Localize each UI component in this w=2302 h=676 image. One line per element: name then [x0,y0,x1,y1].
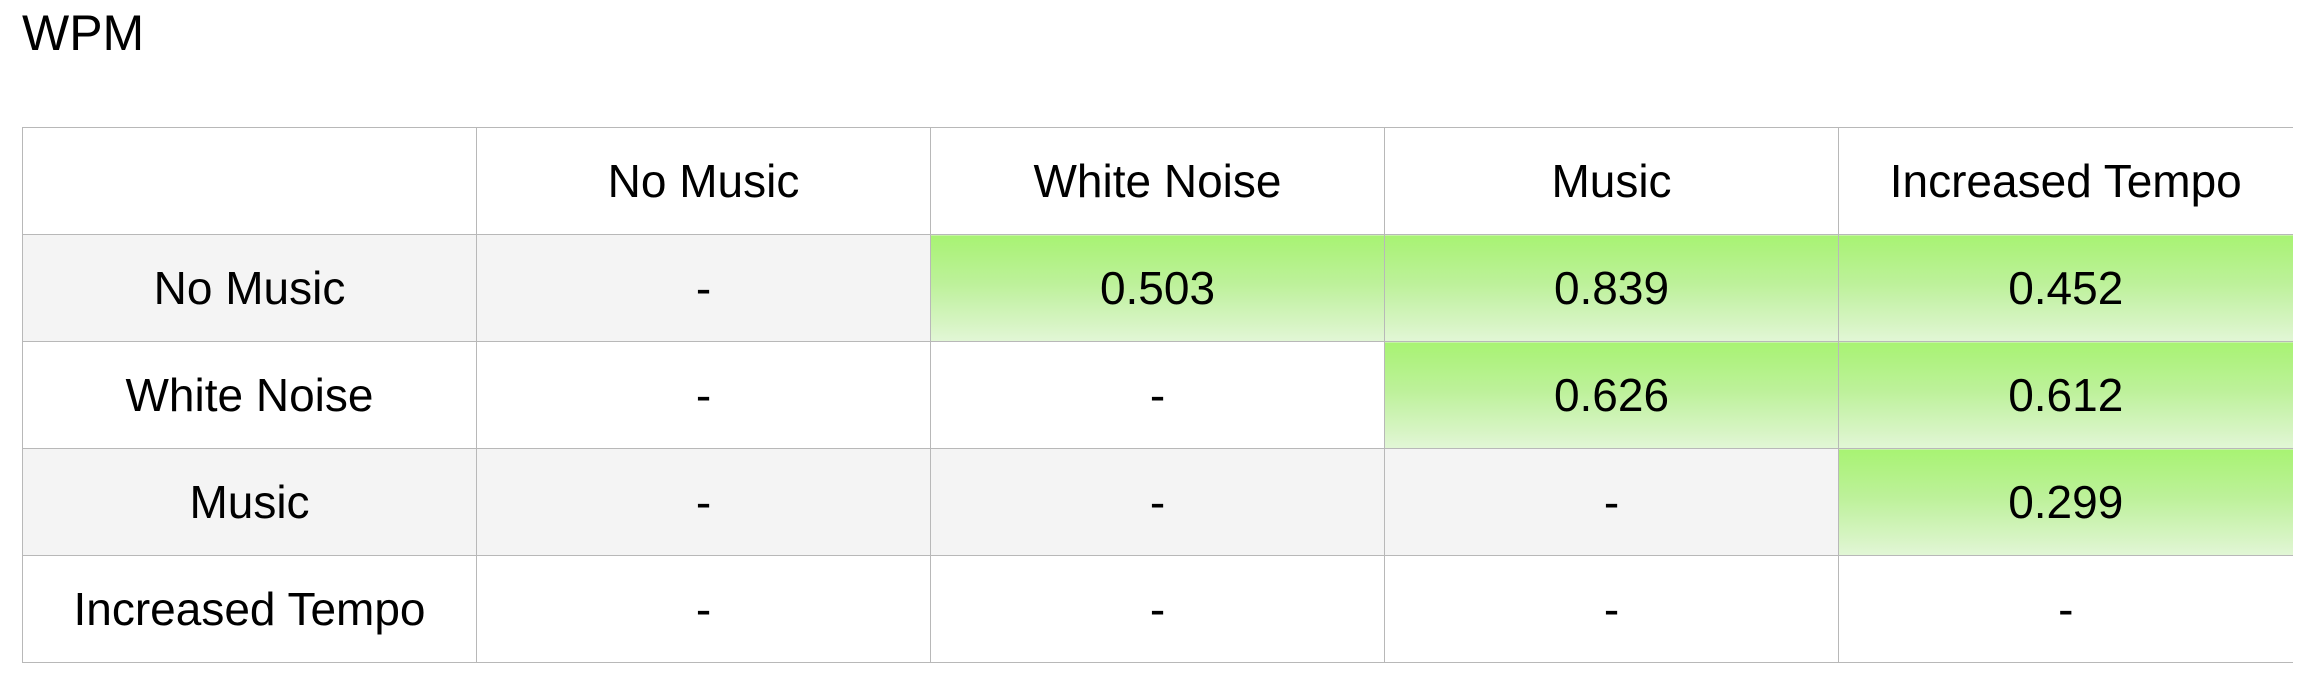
table-row: No Music - 0.503 0.839 0.452 [22,234,2293,342]
row-header: Increased Tempo [22,555,477,663]
row-header: No Music [22,234,477,342]
table-cell: 0.503 [930,234,1385,342]
row-header: Music [22,448,477,556]
table-cell: - [476,448,931,556]
table-cell: - [930,448,1385,556]
row-header: White Noise [22,341,477,449]
table-cell: 0.299 [1838,448,2293,556]
table-cell: - [1384,448,1839,556]
column-header: White Noise [930,127,1385,235]
table-row: White Noise - - 0.626 0.612 [22,341,2293,449]
table-row: Music - - - 0.299 [22,448,2293,556]
table-cell: 0.839 [1384,234,1839,342]
p-value-table: No Music White Noise Music Increased Tem… [22,127,2293,663]
table-cell: - [476,341,931,449]
table-cell: - [930,555,1385,663]
column-header: Music [1384,127,1839,235]
column-header: No Music [476,127,931,235]
column-header: Increased Tempo [1838,127,2293,235]
table-cell: - [476,555,931,663]
table-cell: 0.612 [1838,341,2293,449]
table-cell: - [930,341,1385,449]
table-cell: - [476,234,931,342]
table-cell: - [1384,555,1839,663]
table-cell: - [1838,555,2293,663]
table-row: Increased Tempo - - - - [22,555,2293,663]
table-cell: 0.452 [1838,234,2293,342]
table-title: WPM [22,5,145,61]
header-row: No Music White Noise Music Increased Tem… [22,127,2293,235]
corner-cell [22,127,477,235]
table-cell: 0.626 [1384,341,1839,449]
